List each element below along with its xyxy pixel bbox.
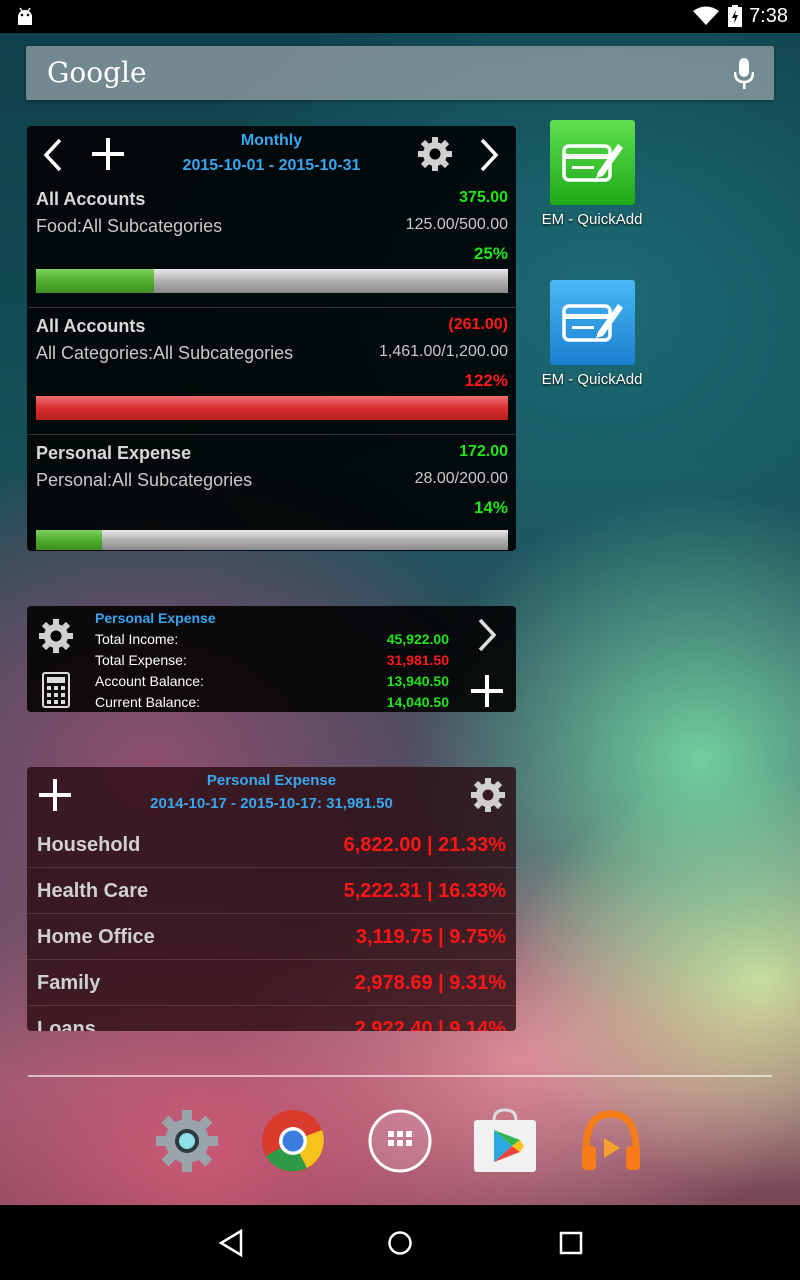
balance-value: 14,040.50 (386, 694, 449, 710)
category-value: 2,922.40 | 9.14% (354, 1018, 506, 1031)
budget-account: All Accounts (36, 189, 146, 209)
balance-account-name[interactable]: Personal Expense (95, 610, 216, 626)
budget-amount: 172.00 (459, 443, 508, 460)
microphone-icon[interactable] (734, 58, 754, 90)
budget-amount: 375.00 (459, 189, 508, 206)
budget-ratio: 28.00/200.00 (414, 470, 508, 487)
budget-percent: 122% (464, 371, 508, 390)
app-shortcut-em-quickadd[interactable]: EM - QuickAdd (532, 280, 652, 388)
category-summary[interactable]: 2014-10-17 - 2015-10-17: 31,981.50 (27, 795, 516, 812)
category-value: 6,822.00 | 21.33% (343, 834, 506, 856)
category-name: Home Office (37, 926, 155, 948)
balance-row: Account Balance: 13,940.50 (95, 673, 449, 694)
wifi-icon (693, 6, 719, 25)
budget-progress-bar (36, 269, 508, 293)
category-row[interactable]: Health Care 5,222.31 | 16.33% (27, 868, 516, 914)
category-row[interactable]: Home Office 3,119.75 | 9.75% (27, 914, 516, 960)
back-icon[interactable] (218, 1229, 244, 1257)
balance-row: Current Balance: 14,040.50 (95, 694, 449, 712)
balance-label: Total Income: (95, 631, 179, 647)
budget-category: Personal:All Subcategories (36, 470, 253, 490)
budget-item[interactable]: All Accounts All Categories:All Subcateg… (27, 308, 516, 435)
category-name: Family (37, 972, 101, 994)
balance-row: Total Expense: 31,981.50 (95, 652, 449, 673)
category-value: 5,222.31 | 16.33% (343, 880, 506, 902)
category-row[interactable]: Household 6,822.00 | 21.33% (27, 822, 516, 868)
android-debug-icon (18, 7, 32, 25)
category-name: Health Care (37, 880, 149, 902)
chrome-icon[interactable] (260, 1108, 326, 1174)
category-account-name[interactable]: Personal Expense (27, 772, 516, 789)
budget-account: Personal Expense (36, 443, 192, 463)
app-drawer-icon[interactable] (367, 1108, 433, 1174)
balance-label: Current Balance: (95, 694, 201, 710)
budget-ratio: 1,461.00/1,200.00 (378, 343, 508, 360)
google-logo: Google (47, 56, 147, 89)
chevron-right-icon[interactable] (479, 138, 499, 172)
gear-icon[interactable] (470, 777, 506, 813)
balance-value: 13,940.50 (386, 673, 449, 689)
balance-label: Total Expense: (95, 652, 187, 668)
budget-category: All Categories:All Subcategories (36, 343, 294, 363)
category-name: Loans (37, 1018, 96, 1031)
budget-account: All Accounts (36, 316, 146, 336)
category-value: 2,978.69 | 9.31% (354, 972, 506, 994)
gear-icon[interactable] (417, 136, 453, 172)
category-widget: Personal Expense 2014-10-17 - 2015-10-17… (27, 767, 516, 1031)
category-value: 3,119.75 | 9.75% (355, 926, 506, 948)
budget-progress-fill (36, 396, 508, 420)
balance-label: Account Balance: (95, 673, 204, 689)
balance-value: 45,922.00 (386, 631, 449, 647)
app-shortcut-em-quickadd[interactable]: EM - QuickAdd (532, 120, 652, 228)
play-store-icon[interactable] (472, 1108, 538, 1174)
status-bar: 7:38 (0, 0, 800, 33)
balance-widget: Personal Expense Total Income: 45,922.00… (27, 606, 516, 712)
category-row[interactable]: Loans 2,922.40 | 9.14% (27, 1006, 516, 1031)
dock-divider (28, 1075, 772, 1077)
clock: 7:38 (749, 5, 788, 27)
budget-percent: 14% (473, 498, 508, 517)
google-search-bar[interactable]: Google (26, 46, 774, 100)
quickadd-blue-icon[interactable] (549, 280, 635, 365)
budget-item[interactable]: Personal Expense Personal:All Subcategor… (27, 435, 516, 551)
gear-icon[interactable] (38, 618, 74, 654)
add-icon[interactable] (471, 675, 503, 707)
budget-category: Food:All Subcategories (36, 216, 223, 236)
recent-apps-icon[interactable] (558, 1229, 584, 1257)
chevron-right-icon[interactable] (477, 618, 497, 652)
budget-progress-fill (36, 530, 103, 550)
quickadd-green-icon[interactable] (549, 120, 635, 205)
budget-progress-bar (36, 396, 508, 420)
calculator-icon[interactable] (42, 672, 70, 708)
category-row[interactable]: Family 2,978.69 | 9.31% (27, 960, 516, 1006)
app-label: EM - QuickAdd (541, 211, 643, 228)
balance-value: 31,981.50 (386, 652, 449, 668)
category-name: Household (37, 834, 141, 856)
budget-ratio: 125.00/500.00 (405, 216, 508, 233)
budget-progress-bar (36, 530, 508, 550)
settings-icon[interactable] (154, 1108, 220, 1174)
app-label: EM - QuickAdd (541, 371, 643, 388)
balance-row: Total Income: 45,922.00 (95, 631, 449, 652)
battery-charging-icon (728, 5, 742, 27)
navigation-bar (0, 1205, 800, 1280)
budget-item[interactable]: All Accounts Food:All Subcategories 375.… (27, 181, 516, 308)
budget-progress-fill (36, 269, 154, 293)
home-icon[interactable] (387, 1229, 413, 1257)
budget-amount: (261.00) (448, 316, 508, 333)
budget-percent: 25% (473, 244, 508, 263)
budget-widget: Monthly 2015-10-01 - 2015-10-31 All Acco… (27, 126, 516, 551)
play-music-icon[interactable] (578, 1108, 644, 1174)
